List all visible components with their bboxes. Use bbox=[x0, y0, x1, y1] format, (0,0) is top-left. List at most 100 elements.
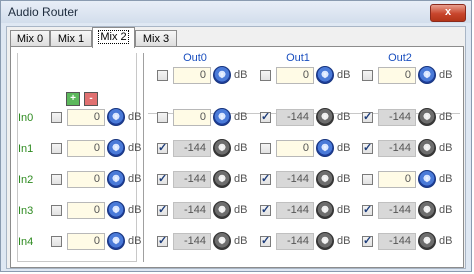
route-in3-out0-checkbox[interactable]: ✓ bbox=[157, 204, 168, 216]
route-in3-out1-checkbox[interactable]: ✓ bbox=[260, 204, 271, 216]
route-in2-out1-gain-field[interactable]: -144 bbox=[276, 171, 314, 188]
input-2-gain-knob[interactable]: ↕ bbox=[107, 170, 125, 188]
route-in4-out1-gain-field[interactable]: -144 bbox=[276, 233, 314, 250]
route-in4-out0-gain-field[interactable]: -144 bbox=[173, 233, 211, 250]
route-in1-out1-gain-field[interactable]: 0 bbox=[276, 140, 314, 157]
input-column-box bbox=[17, 53, 137, 262]
knob-icon: ↕ bbox=[322, 112, 328, 122]
check-icon: ✓ bbox=[261, 235, 271, 247]
input-0-gain-field[interactable]: 0 bbox=[67, 109, 105, 126]
check-icon: ✓ bbox=[363, 111, 373, 123]
input-2-gain-field[interactable]: 0 bbox=[67, 171, 105, 188]
route-in3-out1-gain-field[interactable]: -144 bbox=[276, 202, 314, 219]
route-in4-out0-gain-knob[interactable]: ↕ bbox=[213, 232, 231, 250]
route-in0-out1-gain-knob[interactable]: ↕ bbox=[316, 108, 334, 126]
route-in1-out0-checkbox[interactable]: ✓ bbox=[157, 142, 168, 154]
check-icon: ✓ bbox=[363, 235, 373, 247]
route-in3-out0-gain-field[interactable]: -144 bbox=[173, 202, 211, 219]
route-in4-out1-checkbox[interactable]: ✓ bbox=[260, 235, 271, 247]
tab-mix-1[interactable]: Mix 1 bbox=[50, 30, 92, 47]
knob-icon: ↕ bbox=[322, 205, 328, 215]
route-in3-out2-gain-knob[interactable]: ↕ bbox=[418, 201, 436, 219]
output-2-gain-field[interactable]: 0 bbox=[378, 67, 416, 84]
route-in2-out0-checkbox[interactable]: ✓ bbox=[157, 173, 168, 185]
input-4-checkbox[interactable] bbox=[51, 236, 62, 247]
output-label-1: Out1 bbox=[286, 52, 310, 64]
output-2-gain-knob[interactable]: ↕ bbox=[418, 66, 436, 84]
route-in0-out1-gain-field[interactable]: -144 bbox=[276, 109, 314, 126]
input-3-checkbox[interactable] bbox=[51, 205, 62, 216]
route-in2-out0-gain-knob[interactable]: ↕ bbox=[213, 170, 231, 188]
close-button[interactable]: x bbox=[430, 4, 466, 22]
route-in1-out2-gain-field[interactable]: -144 bbox=[378, 140, 416, 157]
output-2-checkbox[interactable] bbox=[362, 70, 373, 81]
route-in2-out2-gain-knob[interactable]: ↕ bbox=[418, 170, 436, 188]
knob-icon: ↕ bbox=[113, 236, 119, 246]
route-in0-out0-checkbox[interactable] bbox=[157, 112, 168, 123]
output-0-gain-knob[interactable]: ↕ bbox=[213, 66, 231, 84]
input-1-checkbox[interactable] bbox=[51, 143, 62, 154]
mix-panel: + - Out0 0 ↕ dB Out1 0 ↕ dB Out2 0 ↕ dB In0 0 ↕ dB 0 ↕ dB ✓… bbox=[10, 46, 464, 268]
tab-mix-3[interactable]: Mix 3 bbox=[135, 30, 177, 47]
route-in3-out2-checkbox[interactable]: ✓ bbox=[362, 204, 373, 216]
knob-icon: ↕ bbox=[424, 112, 430, 122]
input-2-checkbox[interactable] bbox=[51, 174, 62, 185]
input-1-unit-label: dB bbox=[128, 142, 142, 154]
knob-icon: ↕ bbox=[113, 205, 119, 215]
knob-icon: ↕ bbox=[322, 174, 328, 184]
input-3-gain-knob[interactable]: ↕ bbox=[107, 201, 125, 219]
route-in0-out2-gain-field[interactable]: -144 bbox=[378, 109, 416, 126]
route-in1-out0-gain-knob[interactable]: ↕ bbox=[213, 139, 231, 157]
knob-icon: ↕ bbox=[113, 143, 119, 153]
route-in3-out1-gain-knob[interactable]: ↕ bbox=[316, 201, 334, 219]
route-in4-out2-gain-field[interactable]: -144 bbox=[378, 233, 416, 250]
input-1-gain-field[interactable]: 0 bbox=[67, 140, 105, 157]
route-in2-out0-gain-field[interactable]: -144 bbox=[173, 171, 211, 188]
output-1-checkbox[interactable] bbox=[260, 70, 271, 81]
route-in2-out1-checkbox[interactable]: ✓ bbox=[260, 173, 271, 185]
route-in1-out1-checkbox[interactable] bbox=[260, 143, 271, 154]
route-in0-out0-gain-field[interactable]: 0 bbox=[173, 109, 211, 126]
route-in4-out0-checkbox[interactable]: ✓ bbox=[157, 235, 168, 247]
check-icon: ✓ bbox=[158, 235, 168, 247]
route-in4-out2-gain-knob[interactable]: ↕ bbox=[418, 232, 436, 250]
route-in1-out2-gain-knob[interactable]: ↕ bbox=[418, 139, 436, 157]
input-0-gain-knob[interactable]: ↕ bbox=[107, 108, 125, 126]
knob-icon: ↕ bbox=[219, 143, 225, 153]
tab-mix-2[interactable]: Mix 2 bbox=[92, 27, 135, 48]
output-label-0: Out0 bbox=[183, 52, 207, 64]
input-4-gain-knob[interactable]: ↕ bbox=[107, 232, 125, 250]
route-in0-out2-checkbox[interactable]: ✓ bbox=[362, 111, 373, 123]
input-3-unit-label: dB bbox=[128, 204, 142, 216]
route-in1-out2-checkbox[interactable]: ✓ bbox=[362, 142, 373, 154]
output-1-gain-field[interactable]: 0 bbox=[276, 67, 314, 84]
knob-icon: ↕ bbox=[219, 205, 225, 215]
output-0-gain-field[interactable]: 0 bbox=[173, 67, 211, 84]
route-in0-out0-gain-knob[interactable]: ↕ bbox=[213, 108, 231, 126]
route-in3-out2-gain-field[interactable]: -144 bbox=[378, 202, 416, 219]
output-1-gain-knob[interactable]: ↕ bbox=[316, 66, 334, 84]
route-in4-out2-checkbox[interactable]: ✓ bbox=[362, 235, 373, 247]
route-in1-out0-gain-field[interactable]: -144 bbox=[173, 140, 211, 157]
route-in1-out1-gain-knob[interactable]: ↕ bbox=[316, 139, 334, 157]
input-4-gain-field[interactable]: 0 bbox=[67, 233, 105, 250]
route-in2-out1-gain-knob[interactable]: ↕ bbox=[316, 170, 334, 188]
route-in1-out2-unit-label: dB bbox=[439, 142, 453, 154]
audio-router-window: Audio Router x Mix 0 Mix 1 Mix 2 Mix 3 +… bbox=[0, 0, 472, 272]
route-in2-out2-checkbox[interactable] bbox=[362, 174, 373, 185]
route-in4-out1-gain-knob[interactable]: ↕ bbox=[316, 232, 334, 250]
close-icon: x bbox=[444, 6, 452, 18]
remove-input-button[interactable]: - bbox=[84, 92, 98, 106]
route-in3-out0-gain-knob[interactable]: ↕ bbox=[213, 201, 231, 219]
route-in0-out2-gain-knob[interactable]: ↕ bbox=[418, 108, 436, 126]
output-0-checkbox[interactable] bbox=[157, 70, 168, 81]
add-input-button[interactable]: + bbox=[66, 92, 80, 106]
input-0-checkbox[interactable] bbox=[51, 112, 62, 123]
knob-icon: ↕ bbox=[424, 236, 430, 246]
input-3-gain-field[interactable]: 0 bbox=[67, 202, 105, 219]
tab-mix-0[interactable]: Mix 0 bbox=[10, 30, 50, 47]
knob-icon: ↕ bbox=[113, 112, 119, 122]
route-in2-out2-gain-field[interactable]: 0 bbox=[378, 171, 416, 188]
route-in0-out1-checkbox[interactable]: ✓ bbox=[260, 111, 271, 123]
input-1-gain-knob[interactable]: ↕ bbox=[107, 139, 125, 157]
